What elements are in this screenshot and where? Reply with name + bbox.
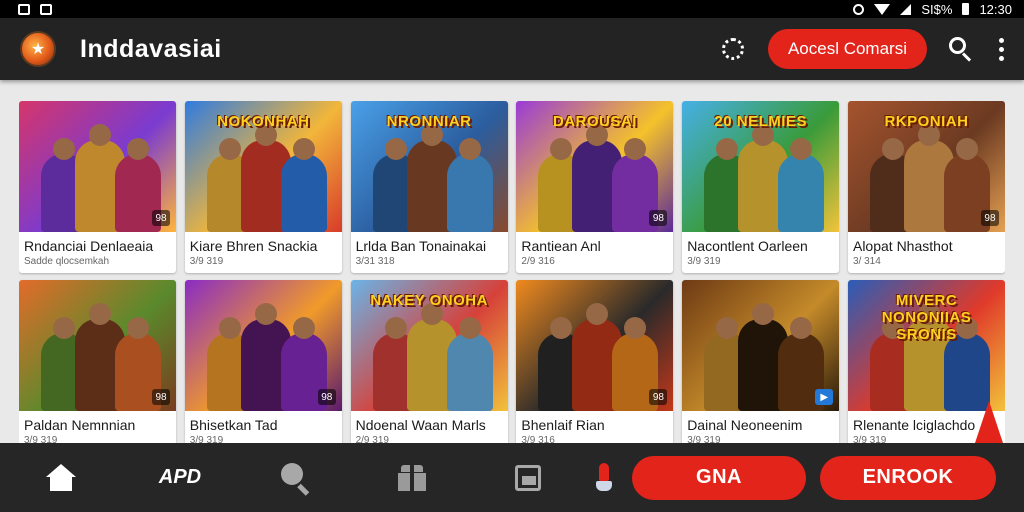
nav-apps[interactable]: APD	[122, 443, 238, 512]
nav-profile[interactable]	[586, 443, 622, 512]
more-vert-icon[interactable]	[999, 37, 1004, 61]
wifi-icon	[874, 3, 891, 15]
game-title: Dainal Neoneenim	[687, 417, 803, 433]
thumbnail-badge: 98	[980, 210, 999, 226]
game-logo-icon[interactable]: ★	[20, 31, 56, 67]
game-thumbnail: NAKEY ONOHA	[350, 280, 508, 411]
thumbnail-badge: 98	[649, 210, 668, 226]
scroll-indicator	[975, 401, 1003, 443]
game-subtitle: 2/9 319	[355, 435, 389, 443]
thumbnail-badge: 98	[152, 389, 170, 405]
game-banner-text: RKPONIAH	[884, 113, 969, 130]
game-card[interactable]: RKPONIAH 98 Alopat Nhasthot 3/ 314	[847, 101, 1005, 273]
game-thumbnail: DAROUSAI 98	[516, 101, 674, 232]
game-card[interactable]: NAKEY ONOHA Ndoenal Waan Marls 2/9 319	[350, 280, 508, 443]
game-title: Bhisetkan Tad	[189, 417, 278, 433]
game-thumbnail: NOKONHAH	[184, 101, 342, 232]
game-subtitle: 3/9 319	[687, 435, 721, 443]
notification-icon	[40, 3, 52, 15]
game-title: Bhenlaif Rian	[521, 417, 605, 433]
game-card[interactable]: ▶ Dainal Neoneenim 3/9 319	[682, 280, 840, 443]
refresh-icon[interactable]	[721, 38, 744, 60]
game-character	[446, 138, 493, 232]
game-character	[943, 317, 990, 411]
game-thumbnail: 98	[516, 280, 674, 411]
thumbnail-badge: 98	[317, 389, 336, 405]
game-title: Rantiean Anl	[521, 238, 601, 254]
game-card[interactable]: 98 Bhenlaif Rian 3/9 316	[516, 280, 674, 443]
game-title: Alopat Nhasthot	[852, 238, 953, 254]
game-card[interactable]: DAROUSAI 98 Rantiean Anl 2/9 316	[516, 101, 674, 273]
game-card[interactable]: 20 NELMIES Nacontlent Oarleen 3/9 319	[682, 101, 840, 273]
game-subtitle: 3/9 319	[189, 435, 224, 443]
game-subtitle: 3/9 319	[189, 256, 224, 267]
game-banner-text: NRONNIAR	[386, 113, 472, 130]
nav-apps-label: APD	[158, 466, 202, 488]
game-subtitle: 3/9 319	[24, 435, 58, 443]
game-title: Nacontlent Oarleen	[687, 238, 808, 254]
game-thumbnail: MIVERC NONONIIAS SRONIS	[847, 280, 1005, 411]
game-thumbnail: RKPONIAH 98	[847, 101, 1005, 232]
game-character	[778, 138, 825, 232]
game-title: Kiare Bhren Snackia	[189, 238, 318, 254]
thumbnail-badge: 98	[649, 389, 668, 405]
game-thumbnail: NRONNIAR	[350, 101, 508, 232]
game-thumbnail: 98	[184, 280, 342, 411]
status-left	[18, 3, 52, 15]
signal-icon	[900, 3, 912, 15]
search-icon	[281, 462, 311, 496]
bottom-nav: APD GNA ENROOK	[0, 443, 1024, 512]
game-grid: 98 Rndanciai Denlaeaia Sadde qlocsemkah NOK…	[19, 101, 1005, 443]
battery-label: SI$%	[921, 1, 953, 17]
game-title: Lrlda Ban Tonainakai	[355, 238, 487, 254]
app-bar: ★ Inddavasiai Aocesl Comarsi	[0, 18, 1024, 80]
game-title: Paldan Nemnnian	[24, 417, 136, 433]
game-card[interactable]: NOKONHAH Kiare Bhren Snackia 3/9 319	[184, 101, 342, 273]
thumbnail-badge: ▶	[815, 389, 834, 405]
game-thumbnail: 98	[19, 280, 176, 411]
game-banner-text: DAROUSAI	[552, 113, 637, 130]
home-icon	[46, 463, 76, 492]
game-title: Ndoenal Waan Marls	[355, 417, 486, 433]
game-character	[446, 317, 493, 411]
game-card[interactable]: 98 Paldan Nemnnian 3/9 319	[19, 280, 176, 443]
game-card[interactable]: NRONNIAR Lrlda Ban Tonainakai 3/31 318	[350, 101, 508, 273]
game-card[interactable]: 98 Bhisetkan Tad 3/9 319	[184, 280, 342, 443]
game-subtitle: 3/9 319	[687, 256, 721, 267]
battery-icon	[962, 3, 970, 15]
game-character	[280, 138, 327, 232]
game-title: Rndanciai Denlaeaia	[24, 238, 154, 254]
gift-icon	[398, 464, 426, 491]
status-right: SI$% 12:30	[853, 2, 1012, 17]
game-thumbnail: 20 NELMIES	[682, 101, 840, 232]
game-card[interactable]: 98 Rndanciai Denlaeaia Sadde qlocsemkah	[19, 101, 176, 273]
clock: 12:30	[979, 1, 1012, 17]
enrook-button[interactable]: ENROOK	[820, 455, 996, 500]
game-subtitle: 3/31 318	[355, 256, 395, 267]
status-bar: SI$% 12:30	[0, 0, 1024, 18]
game-banner-text: NOKONHAH	[217, 113, 310, 130]
alarm-icon	[853, 3, 865, 15]
game-subtitle: Sadde qlocsemkah	[24, 256, 110, 267]
game-thumbnail: 98	[19, 101, 176, 232]
access-button[interactable]: Aocesl Comarsi	[767, 29, 927, 69]
library-icon	[515, 464, 541, 491]
notification-icon	[18, 3, 30, 15]
game-thumbnail: ▶	[682, 280, 840, 411]
nav-home[interactable]	[0, 443, 122, 512]
game-banner-text: 20 NELMIES	[714, 113, 807, 130]
nav-library[interactable]	[470, 443, 586, 512]
game-subtitle: 2/9 316	[521, 256, 555, 267]
nav-rewards[interactable]	[354, 443, 470, 512]
game-subtitle: 3/ 314	[852, 256, 881, 267]
app-title: Inddavasiai	[80, 34, 222, 63]
game-subtitle: 3/9 316	[521, 435, 555, 443]
nav-search[interactable]	[238, 443, 354, 512]
game-banner-text: NAKEY ONOHA	[370, 292, 488, 309]
search-icon[interactable]	[949, 37, 973, 62]
gna-button[interactable]: GNA	[632, 455, 806, 500]
game-banner-text: MIVERC NONONIIAS SRONIS	[881, 292, 972, 343]
thumbnail-badge: 98	[152, 210, 170, 226]
profile-icon	[596, 462, 612, 493]
